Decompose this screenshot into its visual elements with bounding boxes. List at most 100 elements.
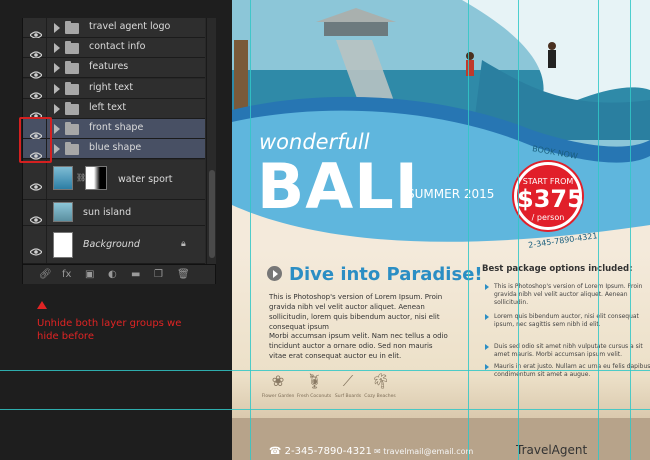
feature-label: Cozy Beaches [364,394,396,399]
eye-icon[interactable] [29,64,43,79]
travel-agent-logo: TravelAgent [516,443,588,457]
eye-icon[interactable] [29,209,43,224]
footer-phone: ☎ 2-345-7890-4321 [269,446,372,457]
eye-icon[interactable] [29,44,43,59]
play-arrow-icon [267,266,282,281]
footer-email-value: travelmail@email.com [383,447,474,456]
fx-icon[interactable]: fx [62,269,73,280]
visibility-toggle[interactable] [23,98,47,120]
drink-icon: 🍹︎ [305,372,325,390]
badge-per: / person [531,213,565,222]
layer-name: sun island [83,207,132,218]
expand-arrow-icon[interactable] [54,124,60,134]
layer-group-row[interactable]: right text [23,78,205,100]
visibility-toggle[interactable] [23,38,47,59]
feature-label: Flower Garden [261,394,295,399]
surfboard-icon: ⟋ [342,372,354,390]
folder-icon [65,61,79,75]
layer-name: Background [83,239,140,250]
link-icon[interactable]: 🔗︎ [39,269,52,280]
flower-icon: ❀ [271,372,285,390]
headline-subtitle: SUMMER 2015 [407,187,495,201]
layer-thumbnail [53,202,73,222]
layer-thumbnail [53,232,73,258]
footer-phone-value: 2-345-7890-4321 [284,446,372,457]
guide-horizontal[interactable] [0,409,650,410]
eye-icon[interactable] [29,85,43,100]
badge-price: $375 [517,185,584,213]
guide-vertical[interactable] [250,0,251,460]
layer-name: front shape [89,122,144,133]
expand-arrow-icon[interactable] [54,144,60,155]
footer-email: ✉ travelmail@email.com [374,447,474,456]
layer-name: left text [89,101,127,113]
layer-group-row[interactable]: left text [23,98,205,120]
folder-icon [65,81,79,95]
bullet-arrow-icon [485,344,489,350]
guide-vertical[interactable] [518,0,519,460]
layers-scrollbar[interactable] [206,18,216,264]
group-folder-icon[interactable]: ▬ [131,269,142,280]
eye-icon[interactable] [29,24,43,39]
folder-icon [65,21,79,34]
visibility-toggle[interactable] [23,18,47,39]
folder-icon [65,101,79,115]
right-title: Best package options included: [482,264,633,274]
guide-vertical[interactable] [598,0,599,460]
trash-icon[interactable]: 🗑︎ [177,269,190,280]
left-paragraph-2: Morbi accumsan ipsum velit. Nam nec tell… [269,332,448,360]
price-badge: START FROM $375 / person [514,162,584,230]
document-canvas[interactable]: wonderfull BALI SUMMER 2015 BOOK NOW STA… [232,0,650,460]
layer-thumbnail [53,166,73,190]
eye-icon[interactable] [29,241,43,256]
lock-icon[interactable]: 🔒︎ [181,239,186,249]
layer-row[interactable]: ⛓ water sport [23,160,205,200]
layer-group-row[interactable]: travel agent logo [23,18,205,39]
feature-item: 🌴︎ Cozy Beaches [360,372,400,400]
expand-arrow-icon[interactable] [54,63,60,74]
layer-group-row[interactable]: contact info [23,38,205,59]
layer-row[interactable]: sun island [23,200,205,226]
folder-icon [65,122,79,135]
folder-icon [65,142,79,156]
expand-arrow-icon[interactable] [54,23,60,33]
folder-icon [65,41,79,55]
expand-arrow-icon[interactable] [54,43,60,54]
feature-item: ❀ Flower Garden [258,372,298,400]
mask-thumbnail [85,166,107,190]
visibility-toggle[interactable] [23,58,47,79]
layer-group-row[interactable]: features [23,58,205,79]
expand-arrow-icon[interactable] [54,103,60,114]
expand-arrow-icon[interactable] [54,83,60,94]
palm-icon: 🌴︎ [371,372,391,390]
eye-icon[interactable] [29,176,43,191]
visibility-toggle[interactable] [23,78,47,100]
layers-toolbar: 🔗︎ fx ▣ ◐ ▬ ❐ 🗑︎ [23,264,215,284]
left-paragraph-1: This is Photoshop's version of Lorem Ips… [269,293,443,331]
new-layer-icon[interactable]: ❐ [154,269,165,280]
layer-name: water sport [118,174,173,185]
annotation-text: Unhide both layer groups we hide before [37,318,182,342]
layer-name: travel agent logo [89,21,171,32]
layer-row[interactable]: Background 🔒︎ [23,226,205,264]
mask-icon[interactable]: ▣ [85,269,96,280]
visibility-toggle[interactable] [23,160,47,199]
left-title: Dive into Paradise! [289,264,483,285]
layer-name: features [89,61,129,73]
guide-horizontal[interactable] [0,370,650,371]
guide-vertical[interactable] [630,0,631,460]
visibility-toggle[interactable] [23,226,47,263]
bullet-arrow-icon [485,314,489,320]
layer-name: right text [89,81,134,93]
bullet-arrow-icon [485,284,489,290]
headline-big: BALI [257,150,419,223]
layer-name: contact info [89,41,146,53]
scroll-thumb[interactable] [209,170,215,258]
guide-vertical[interactable] [468,0,469,460]
adjustment-icon[interactable]: ◐ [108,269,119,280]
layer-name: blue shape [89,142,142,154]
visibility-toggle[interactable] [23,200,47,225]
visibility-highlight-box [19,117,52,163]
eye-icon[interactable] [29,105,43,120]
annotation-arrow-icon [37,301,47,309]
